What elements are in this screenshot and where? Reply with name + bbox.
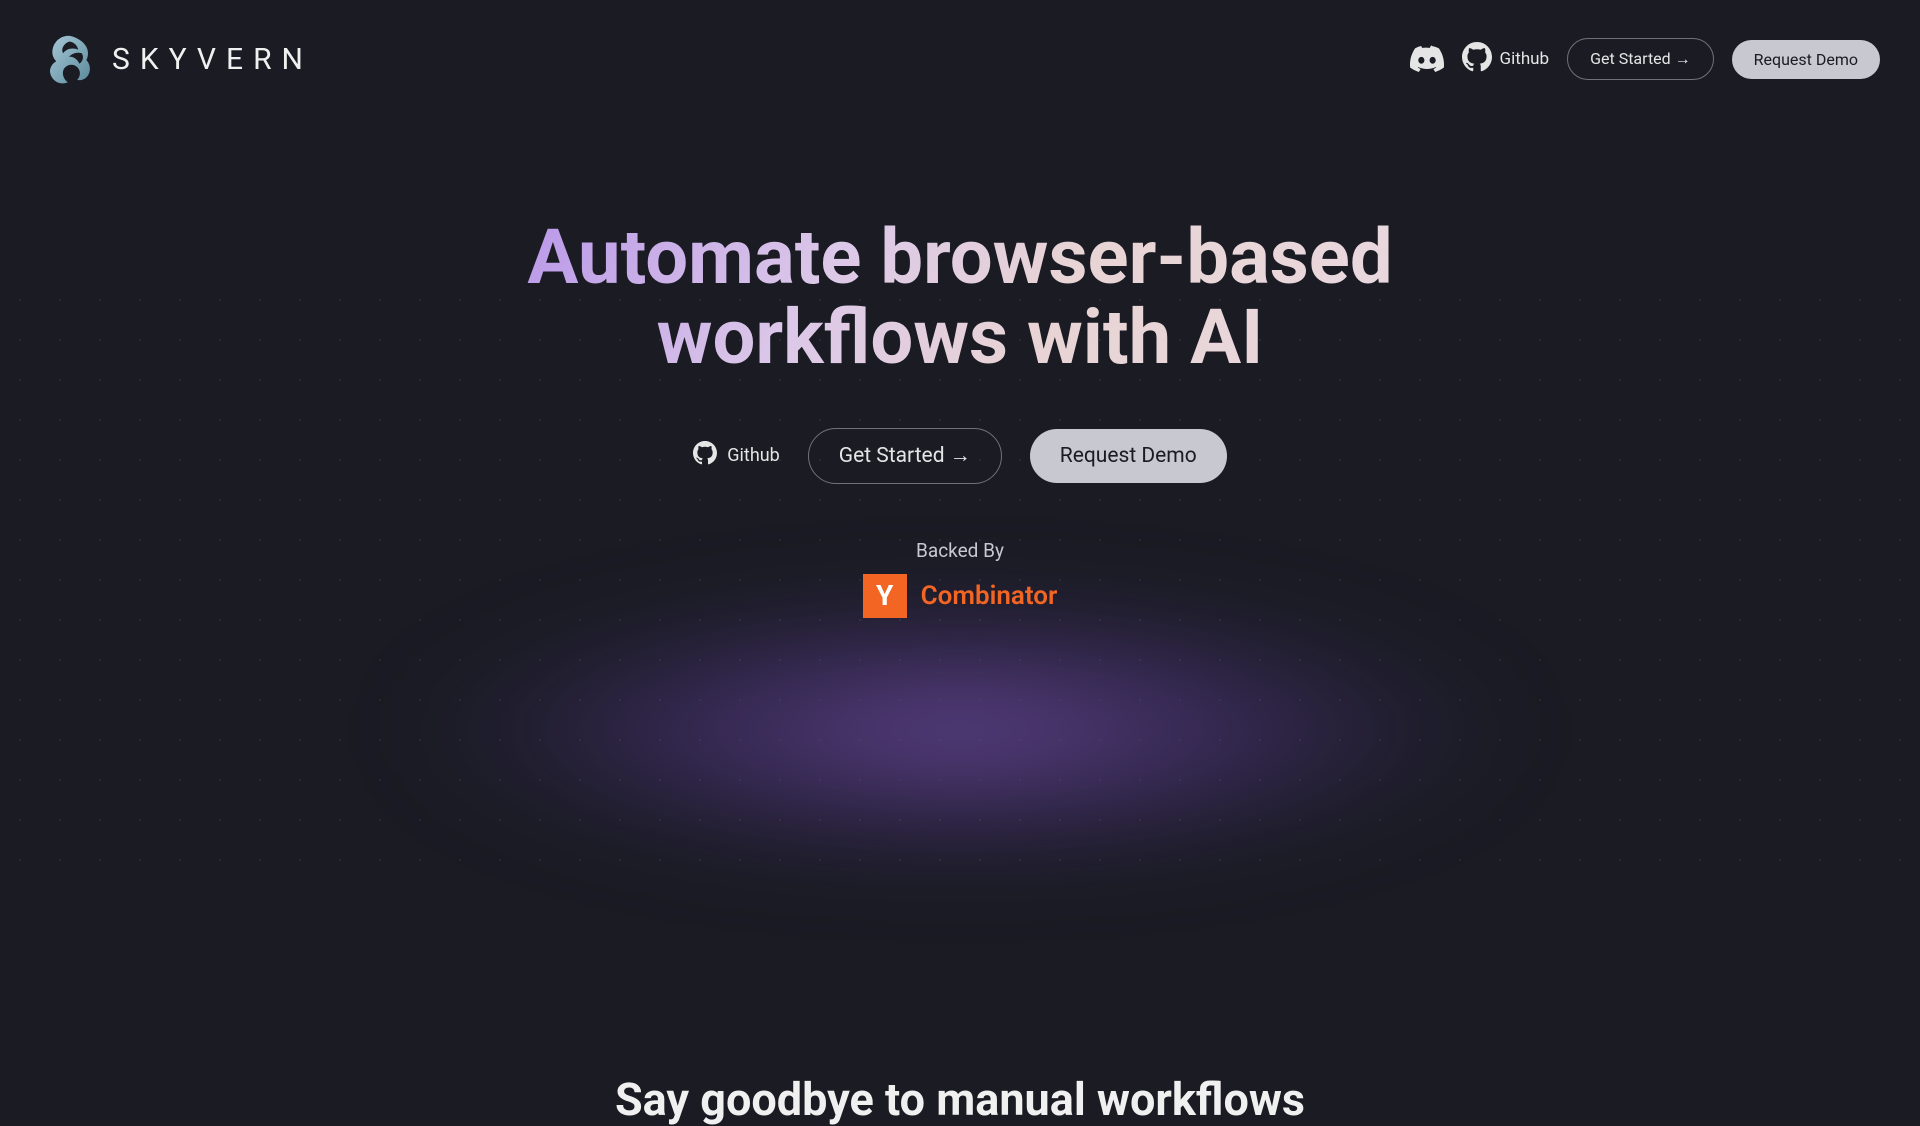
- hero-github-link[interactable]: Github: [693, 441, 779, 470]
- yc-logo-container: Y Combinator: [0, 574, 1920, 618]
- hero-section: Automate browser-based workflows with AI…: [0, 118, 1920, 618]
- logo[interactable]: SKYVERN: [40, 30, 313, 88]
- nav-request-demo-button[interactable]: Request Demo: [1732, 40, 1880, 79]
- nav-right: Github Get Started → Request Demo: [1410, 38, 1880, 80]
- section-heading: Say goodbye to manual workflows: [0, 1073, 1920, 1126]
- brand-name: SKYVERN: [112, 42, 313, 77]
- hero-get-started-button[interactable]: Get Started →: [808, 428, 1002, 484]
- discord-icon[interactable]: [1410, 42, 1444, 76]
- nav-get-started-button[interactable]: Get Started →: [1567, 38, 1714, 80]
- github-icon: [1462, 42, 1492, 77]
- github-icon: [693, 441, 717, 470]
- hero-github-label: Github: [727, 445, 779, 466]
- hero-request-demo-button[interactable]: Request Demo: [1030, 429, 1227, 483]
- workflows-section: Say goodbye to manual workflows: [0, 1073, 1920, 1126]
- backed-by-label: Backed By: [0, 539, 1920, 562]
- yc-square-icon: Y: [863, 574, 907, 618]
- backed-by-section: Backed By Y Combinator: [0, 539, 1920, 618]
- yc-name: Combinator: [921, 581, 1058, 611]
- skyvern-dragon-icon: [40, 30, 98, 88]
- hero-title: Automate browser-based workflows with AI: [510, 218, 1410, 378]
- header: SKYVERN Github Get Started → Request Dem…: [0, 0, 1920, 118]
- nav-github-label: Github: [1500, 49, 1550, 69]
- nav-github-link[interactable]: Github: [1462, 42, 1550, 77]
- hero-actions: Github Get Started → Request Demo: [0, 428, 1920, 484]
